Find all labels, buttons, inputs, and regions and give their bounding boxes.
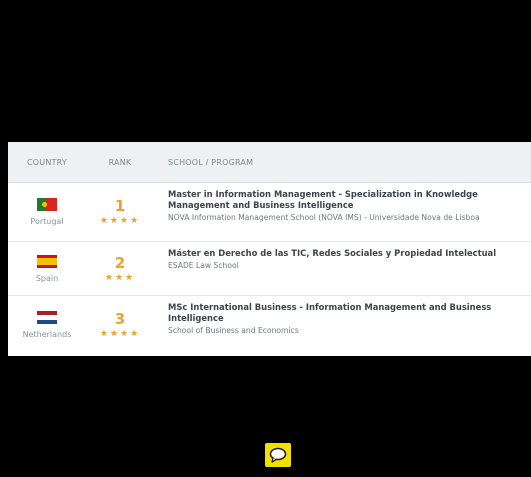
country-name: Spain: [35, 273, 59, 283]
program-cell: MSc International Business - Information…: [154, 296, 531, 354]
country-cell: Netherlands: [8, 296, 86, 354]
rank-number: 1: [114, 197, 126, 215]
header-rank[interactable]: RANK: [86, 158, 154, 167]
country-name: Netherlands: [22, 330, 72, 339]
table-row[interactable]: Portugal 1 ★★★★ Master in Information Ma…: [8, 183, 531, 242]
school-name[interactable]: ESADE Law School: [168, 260, 521, 271]
program-title[interactable]: MSc International Business - Information…: [168, 302, 521, 324]
star-rating-icon: ★★★★: [99, 216, 141, 226]
star-rating-icon: ★★★★: [99, 329, 141, 339]
rank-number: 3: [114, 310, 126, 328]
ranking-table: COUNTRY RANK SCHOOL / PROGRAM Portugal 1…: [8, 142, 531, 356]
star-rating-icon: ★★★: [104, 272, 136, 283]
netherlands-flag-icon: [37, 311, 57, 324]
program-title[interactable]: Máster en Derecho de las TIC, Redes Soci…: [168, 248, 521, 259]
table-header: COUNTRY RANK SCHOOL / PROGRAM: [8, 142, 531, 183]
rank-cell: 2 ★★★: [86, 242, 154, 295]
program-cell: Máster en Derecho de las TIC, Redes Soci…: [154, 242, 531, 295]
program-title[interactable]: Master in Information Management - Speci…: [168, 189, 521, 211]
school-name[interactable]: School of Business and Economics: [168, 325, 521, 336]
table-row[interactable]: Netherlands 3 ★★★★ MSc International Bus…: [8, 296, 531, 354]
header-country[interactable]: COUNTRY: [8, 158, 86, 167]
rank-number: 2: [114, 253, 126, 272]
portugal-flag-icon: [37, 198, 57, 211]
spain-flag-icon: [37, 254, 57, 268]
country-cell: Spain: [8, 242, 86, 295]
rank-cell: 3 ★★★★: [86, 296, 154, 354]
top-black-area: [0, 0, 531, 142]
table-row[interactable]: Spain 2 ★★★ Máster en Derecho de las TIC…: [8, 242, 531, 296]
country-name: Portugal: [30, 217, 64, 226]
header-program[interactable]: SCHOOL / PROGRAM: [154, 158, 531, 167]
country-cell: Portugal: [8, 183, 86, 241]
school-name[interactable]: NOVA Information Management School (NOVA…: [168, 212, 521, 223]
rank-cell: 1 ★★★★: [86, 183, 154, 241]
chat-bubble-icon[interactable]: [265, 443, 291, 467]
program-cell: Master in Information Management - Speci…: [154, 183, 531, 241]
